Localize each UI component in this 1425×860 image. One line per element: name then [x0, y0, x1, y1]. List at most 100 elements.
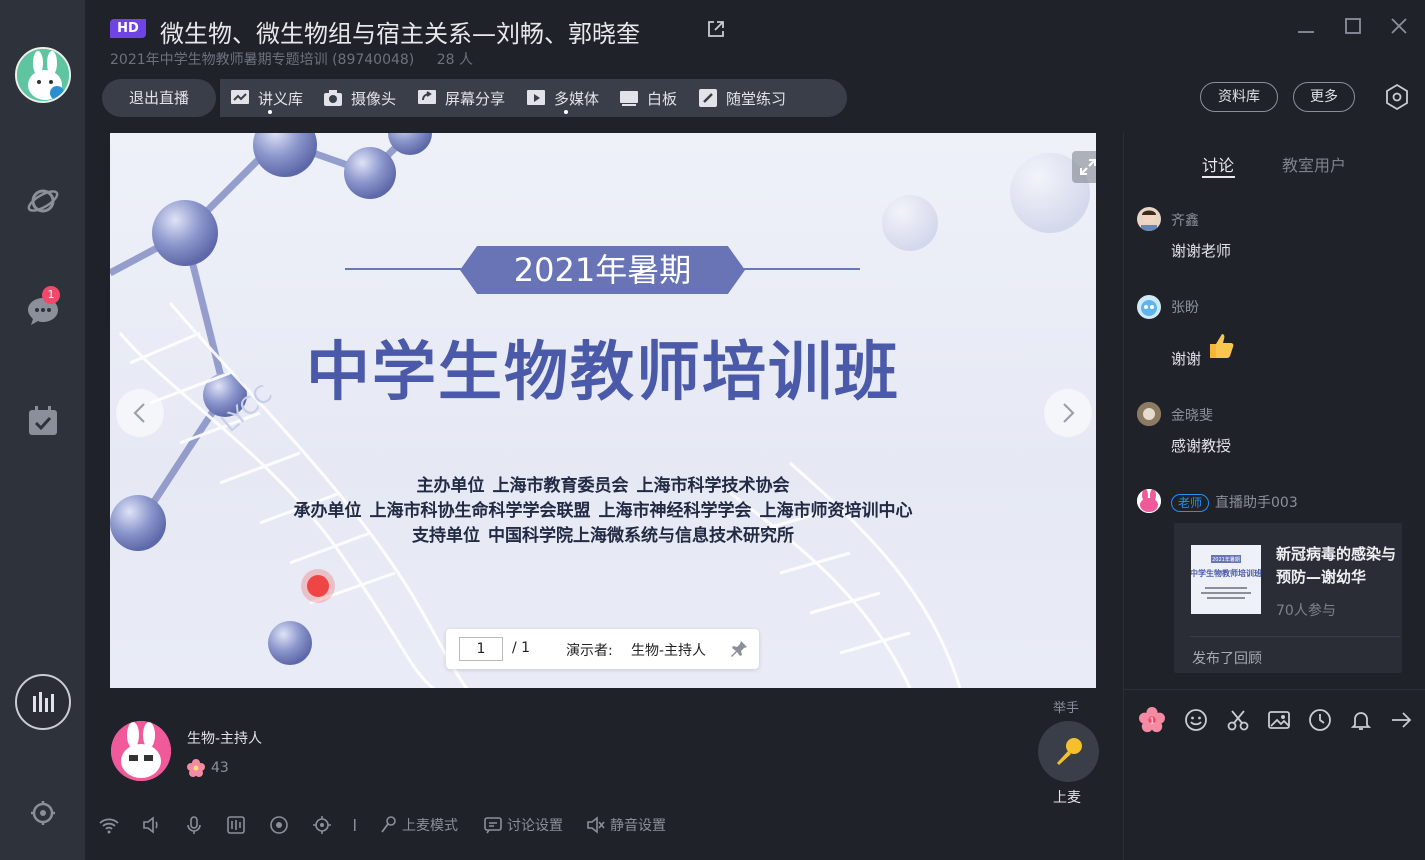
settings-hex-icon[interactable]	[1384, 83, 1410, 115]
tab-classroom-users[interactable]: 教室用户	[1282, 152, 1346, 176]
chat-unread-badge: 1	[42, 286, 60, 304]
camera-button[interactable]: 摄像头	[323, 79, 396, 117]
presenter-label: 演示者:	[566, 643, 613, 659]
chat-tools-divider	[1124, 689, 1425, 690]
org-label: 支持单位	[412, 526, 480, 546]
scissors-icon[interactable]	[1225, 707, 1251, 733]
discussion-settings-button[interactable]: 讨论设置	[483, 813, 563, 837]
org-name: 上海市师资培训中心	[759, 501, 913, 521]
handout-icon	[231, 90, 249, 104]
speaker-icon[interactable]	[141, 813, 165, 837]
whiteboard-icon	[620, 91, 638, 106]
media-icon	[527, 90, 545, 105]
organizer-line: 主办单位 上海市教育委员会 上海市科学技术协会	[110, 471, 1096, 496]
maximize-icon[interactable]	[1343, 16, 1363, 36]
teacher-badge: 老师	[1171, 494, 1210, 512]
device-settings-icon[interactable]	[312, 813, 336, 837]
record-icon[interactable]	[269, 813, 293, 837]
host-avatar[interactable]	[111, 721, 171, 781]
arrow-right-icon[interactable]	[1388, 707, 1414, 733]
discussion-settings-label: 讨论设置	[507, 818, 563, 834]
flower-count: 1	[1149, 716, 1154, 726]
replay-participants: 70人参与	[1276, 603, 1336, 619]
active-dot	[564, 110, 568, 114]
mic-small-icon[interactable]	[184, 813, 208, 837]
page-total: / 1	[512, 640, 531, 656]
microphone-icon	[1056, 737, 1082, 765]
mute-icon	[587, 816, 605, 834]
close-icon[interactable]	[1389, 16, 1409, 36]
exercise-button[interactable]: 随堂练习	[698, 79, 786, 117]
multimedia-label: 多媒体	[554, 89, 600, 108]
next-slide-button[interactable]	[1044, 389, 1092, 437]
message-author: 齐鑫	[1171, 213, 1199, 229]
handout-library-button[interactable]: 讲义库	[230, 79, 303, 117]
multimedia-button[interactable]: 多媒体	[526, 79, 599, 117]
banner-line-left	[345, 268, 465, 270]
pin-icon[interactable]	[729, 639, 749, 663]
card-divider	[1190, 636, 1400, 637]
org-name: 上海市科协生命科学学会联盟	[369, 501, 591, 521]
image-icon[interactable]	[1266, 707, 1292, 733]
avatar[interactable]	[1137, 295, 1161, 319]
bell-icon[interactable]	[1348, 707, 1374, 733]
thumb-title: 中学生物教师培训班	[1191, 568, 1261, 578]
join-mic-button[interactable]	[1038, 721, 1099, 782]
settings-gear-icon[interactable]	[24, 794, 62, 832]
org-name: 上海市神经科学学会	[598, 501, 752, 521]
assistant-name: 直播助手003	[1215, 495, 1298, 511]
whiteboard-button[interactable]: 白板	[619, 79, 677, 117]
exit-live-button[interactable]: 退出直播	[102, 79, 216, 117]
library-button[interactable]: 资料库	[1200, 82, 1278, 112]
minimize-icon[interactable]	[1296, 16, 1316, 36]
slide-pager: 1 / 1 演示者: 生物-主持人	[446, 629, 759, 669]
replay-card[interactable]: 2021年暑期 中学生物教师培训班 新冠病毒的感染与预防—谢幼华 70人参与 发…	[1174, 523, 1402, 673]
handout-library-label: 讲义库	[258, 89, 304, 108]
avatar[interactable]	[1137, 489, 1161, 513]
mute-settings-label: 静音设置	[610, 818, 666, 834]
join-mic-label: 上麦	[1053, 790, 1081, 806]
org-label: 主办单位	[416, 476, 485, 496]
flower-icon: 1	[1139, 707, 1165, 733]
flower-icon	[187, 759, 205, 777]
lecture-title: 微生物、微生物组与宿主关系—刘畅、郭晓奎	[160, 20, 640, 48]
message-text: 感谢教授	[1171, 437, 1232, 455]
thumbs-up-icon	[1206, 330, 1238, 366]
emoji-icon[interactable]	[1183, 707, 1209, 733]
course-info: 2021年中学生物教师暑期专题培训 (89740048) 28 人	[110, 49, 491, 69]
more-button[interactable]: 更多	[1293, 82, 1355, 112]
external-link-icon[interactable]	[706, 19, 726, 43]
screen-share-button[interactable]: 屏幕分享	[417, 79, 505, 117]
calendar-check-icon[interactable]	[24, 402, 62, 440]
replay-published: 发布了回顾	[1192, 651, 1262, 667]
mic-mode-button[interactable]: 上麦模式	[380, 813, 458, 837]
camera-label: 摄像头	[351, 89, 397, 108]
page-number-input[interactable]: 1	[459, 637, 503, 661]
message-text: 谢谢老师	[1171, 242, 1232, 260]
clock-icon[interactable]	[1307, 707, 1333, 733]
equalizer-icon[interactable]	[226, 813, 250, 837]
chevron-left-icon	[133, 403, 145, 423]
network-icon[interactable]	[98, 813, 124, 837]
stats-bars-icon[interactable]	[15, 674, 71, 730]
live-classroom-window: 1 HD 微生物、微生物组与宿主关系—刘畅、郭晓奎 2021年中学生物教师暑期专…	[0, 0, 1425, 860]
mic-mode-icon	[381, 816, 396, 833]
planet-icon[interactable]	[24, 182, 62, 220]
avatar[interactable]	[1137, 207, 1161, 231]
mute-settings-button[interactable]: 静音设置	[586, 813, 666, 837]
replay-thumbnail: 2021年暑期 中学生物教师培训班	[1190, 545, 1262, 614]
prev-slide-button[interactable]	[116, 389, 164, 437]
user-avatar[interactable]	[15, 47, 71, 103]
laser-pointer	[307, 575, 329, 597]
fullscreen-button[interactable]	[1072, 151, 1096, 183]
active-dot	[268, 110, 272, 114]
hd-badge: HD	[110, 19, 146, 38]
mic-mode-label: 上麦模式	[402, 818, 458, 834]
org-label: 承办单位	[293, 501, 362, 521]
slide-banner: 2021年暑期	[460, 246, 745, 294]
send-flower-button[interactable]: 1	[1139, 707, 1165, 733]
tab-discussion[interactable]: 讨论	[1202, 152, 1234, 176]
avatar[interactable]	[1137, 402, 1161, 426]
chevron-right-icon	[1063, 403, 1075, 423]
org-name: 中国科学院上海微系统与信息技术研究所	[488, 526, 794, 546]
